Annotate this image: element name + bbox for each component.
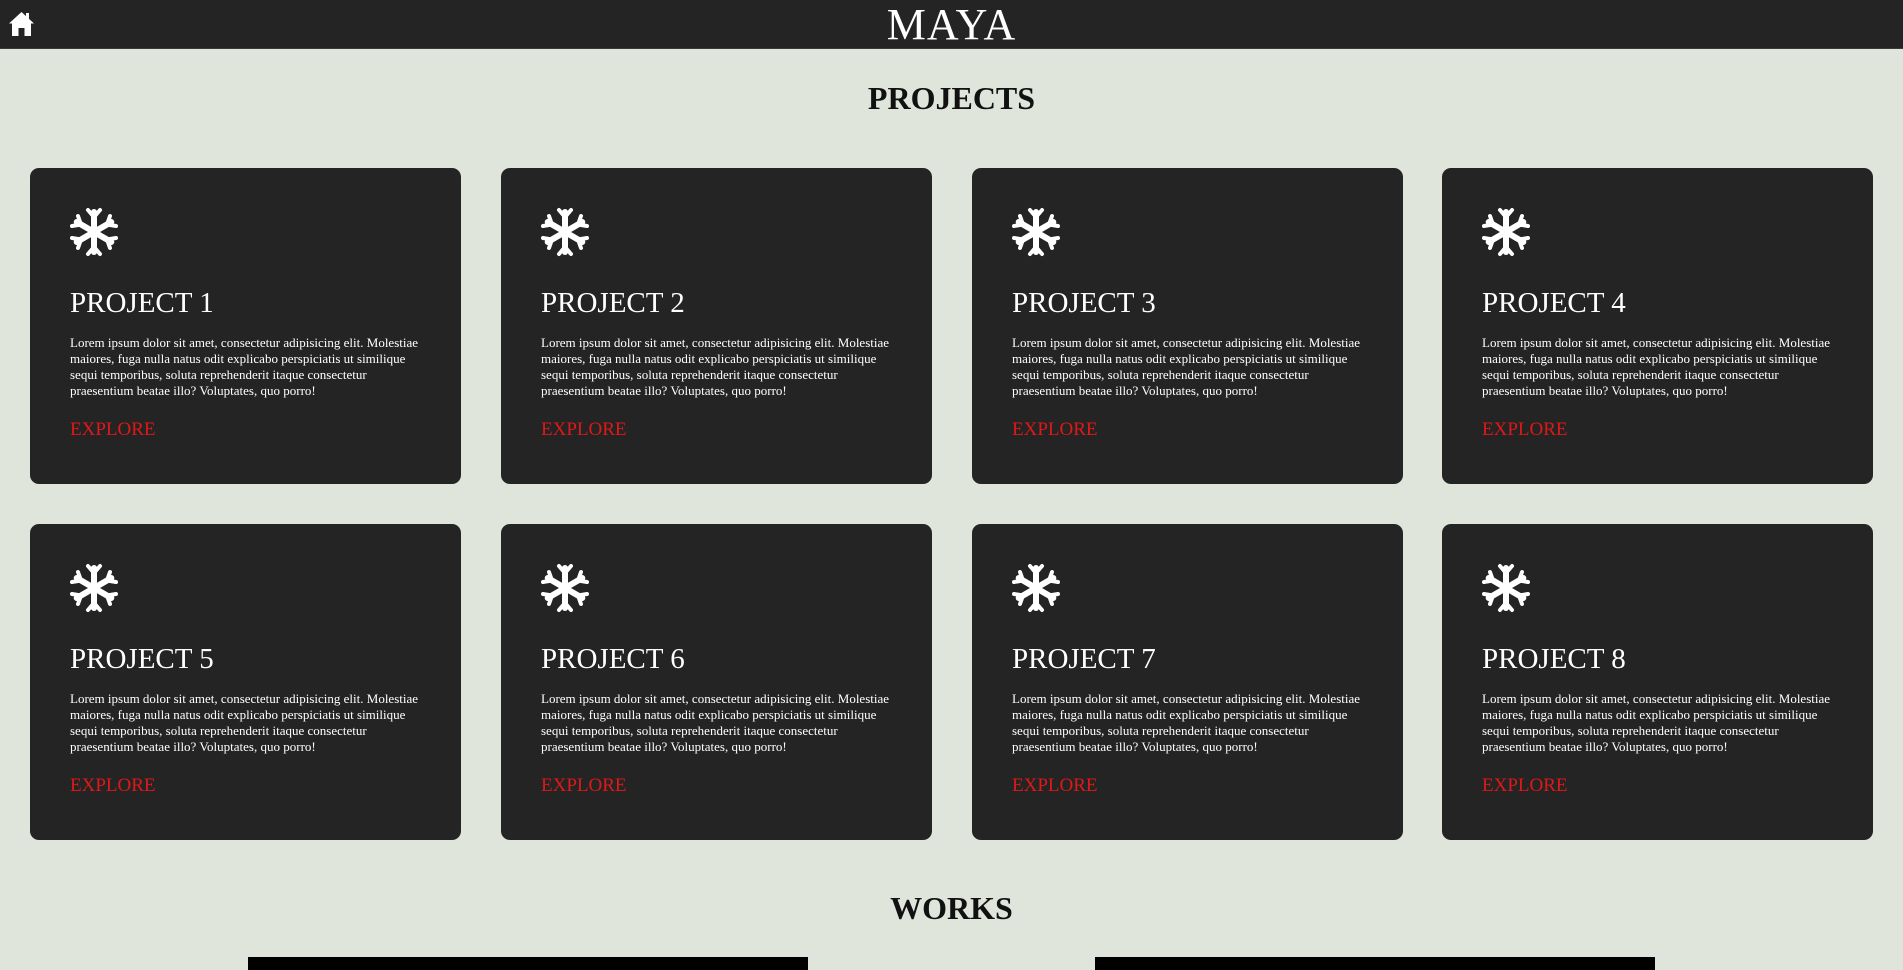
project-description: Lorem ipsum dolor sit amet, consectetur … xyxy=(70,691,419,754)
snowflake-icon xyxy=(70,564,118,612)
project-card: PROJECT 5 Lorem ipsum dolor sit amet, co… xyxy=(30,524,461,840)
explore-link[interactable]: EXPLORE xyxy=(541,419,627,441)
snowflake-icon xyxy=(1482,208,1530,256)
explore-link[interactable]: EXPLORE xyxy=(1482,775,1568,797)
snowflake-icon xyxy=(541,208,589,256)
project-title: PROJECT 6 xyxy=(541,643,685,675)
projects-heading: PROJECTS xyxy=(867,80,1036,116)
project-description: Lorem ipsum dolor sit amet, consectetur … xyxy=(541,335,890,398)
explore-link[interactable]: EXPLORE xyxy=(1012,419,1098,441)
project-card: PROJECT 1 Lorem ipsum dolor sit amet, co… xyxy=(30,168,461,484)
project-description: Lorem ipsum dolor sit amet, consectetur … xyxy=(70,335,419,398)
project-title: PROJECT 3 xyxy=(1012,287,1156,319)
project-description: Lorem ipsum dolor sit amet, consectetur … xyxy=(1482,691,1831,754)
project-description: Lorem ipsum dolor sit amet, consectetur … xyxy=(1012,335,1361,398)
work-item-1[interactable] xyxy=(248,957,808,970)
works-heading: WORKS xyxy=(890,890,1013,926)
explore-link[interactable]: EXPLORE xyxy=(1482,419,1568,441)
project-card: PROJECT 4 Lorem ipsum dolor sit amet, co… xyxy=(1442,168,1873,484)
project-description: Lorem ipsum dolor sit amet, consectetur … xyxy=(541,691,890,754)
project-title: PROJECT 4 xyxy=(1482,287,1626,319)
project-card: PROJECT 7 Lorem ipsum dolor sit amet, co… xyxy=(972,524,1403,840)
snowflake-icon xyxy=(1012,564,1060,612)
snowflake-icon xyxy=(70,208,118,256)
project-description: Lorem ipsum dolor sit amet, consectetur … xyxy=(1482,335,1831,398)
project-title: PROJECT 8 xyxy=(1482,643,1626,675)
snowflake-icon xyxy=(1482,564,1530,612)
project-title: PROJECT 5 xyxy=(70,643,214,675)
project-title: PROJECT 7 xyxy=(1012,643,1156,675)
project-card: PROJECT 2 Lorem ipsum dolor sit amet, co… xyxy=(501,168,932,484)
site-brand[interactable]: MAYA xyxy=(0,0,1903,50)
top-navbar: MAYA xyxy=(0,0,1903,49)
explore-link[interactable]: EXPLORE xyxy=(541,775,627,797)
explore-link[interactable]: EXPLORE xyxy=(1012,775,1098,797)
project-card: PROJECT 3 Lorem ipsum dolor sit amet, co… xyxy=(972,168,1403,484)
explore-link[interactable]: EXPLORE xyxy=(70,419,156,441)
project-description: Lorem ipsum dolor sit amet, consectetur … xyxy=(1012,691,1361,754)
project-card: PROJECT 8 Lorem ipsum dolor sit amet, co… xyxy=(1442,524,1873,840)
snowflake-icon xyxy=(541,564,589,612)
work-item-2[interactable] xyxy=(1095,957,1655,970)
project-title: PROJECT 2 xyxy=(541,287,685,319)
project-title: PROJECT 1 xyxy=(70,287,214,319)
snowflake-icon xyxy=(1012,208,1060,256)
project-card: PROJECT 6 Lorem ipsum dolor sit amet, co… xyxy=(501,524,932,840)
explore-link[interactable]: EXPLORE xyxy=(70,775,156,797)
